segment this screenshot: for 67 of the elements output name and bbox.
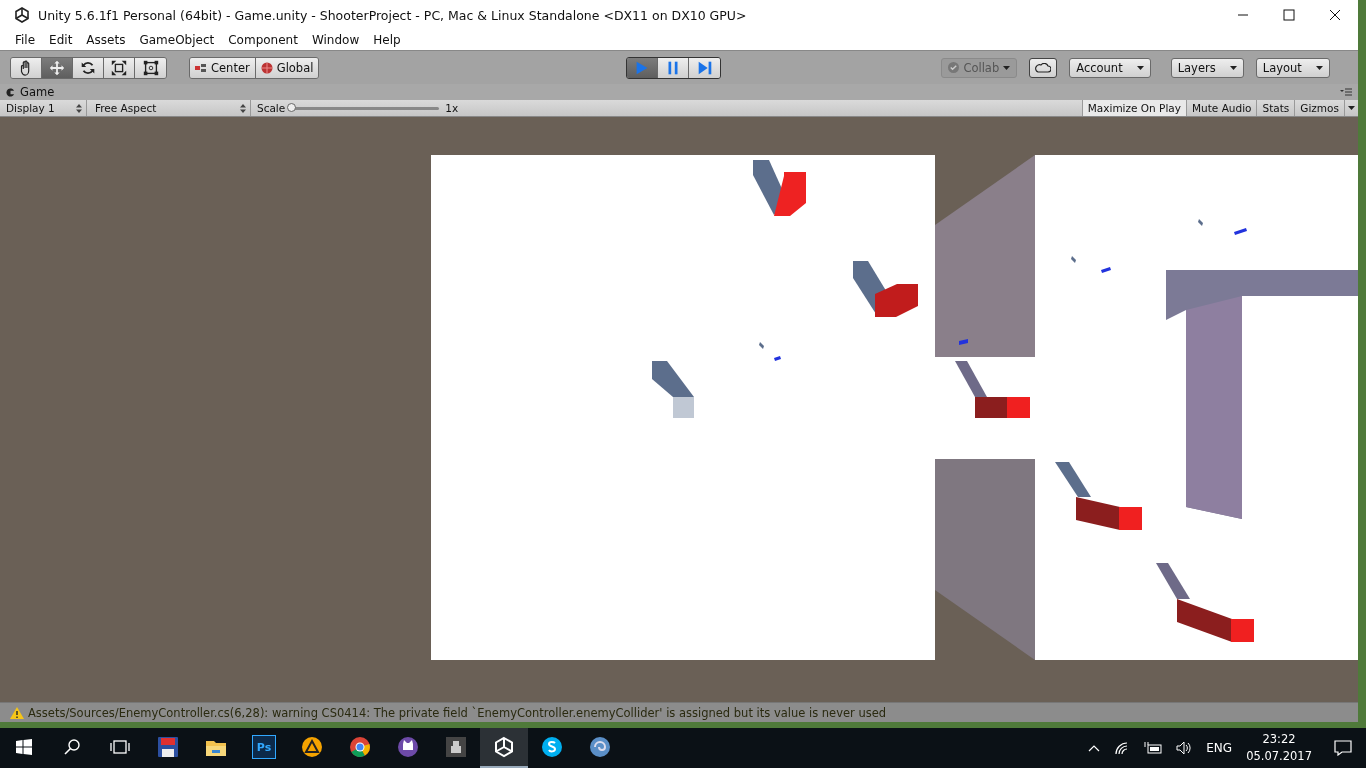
space-button[interactable]: Global xyxy=(255,57,319,78)
aspect-dropdown[interactable]: Free Aspect xyxy=(91,100,251,116)
slider-thumb[interactable] xyxy=(287,102,297,112)
browser-icon xyxy=(348,735,372,759)
taskbar-app[interactable]: Ps xyxy=(240,728,288,768)
rotate-tool-button[interactable] xyxy=(73,57,104,78)
menu-item[interactable]: Edit xyxy=(42,33,80,47)
cloud-button[interactable] xyxy=(1029,57,1058,78)
speaker-icon[interactable] xyxy=(1176,741,1193,755)
caret-icon xyxy=(1229,65,1237,70)
caret-icon xyxy=(1348,106,1355,110)
ps-icon: Ps xyxy=(252,735,276,759)
warning-icon xyxy=(10,706,24,719)
task-view-icon xyxy=(110,740,130,754)
menu-item[interactable]: Help xyxy=(366,33,408,47)
chevron-up-icon[interactable] xyxy=(1088,744,1101,752)
menu-item[interactable]: Assets xyxy=(79,33,133,47)
play-button[interactable] xyxy=(627,57,659,78)
toggle-button[interactable]: Mute Audio xyxy=(1186,100,1257,116)
dropdown[interactable]: Layers xyxy=(1170,57,1244,78)
toggle-button[interactable]: Stats xyxy=(1256,100,1295,116)
scale-label: Scale xyxy=(257,102,286,114)
move-icon xyxy=(48,58,66,77)
swirl-icon xyxy=(588,735,612,759)
maximize-icon[interactable] xyxy=(1283,9,1295,21)
hand-tool-button[interactable] xyxy=(11,57,42,78)
caret-icon xyxy=(1003,65,1011,70)
close-icon[interactable] xyxy=(1329,9,1341,21)
stepper-icon xyxy=(76,103,82,113)
cat-icon xyxy=(396,735,420,759)
menu-item[interactable]: Window xyxy=(304,33,367,47)
caret-icon xyxy=(1136,65,1144,70)
menu-item[interactable]: File xyxy=(8,33,43,47)
clock-date[interactable]: 05.07.2017 xyxy=(1246,748,1312,765)
caret-icon xyxy=(1315,65,1323,70)
scale-value: 1x xyxy=(445,102,459,114)
rect-icon xyxy=(141,58,160,77)
scale-icon xyxy=(110,58,128,77)
dropdown[interactable]: Account xyxy=(1069,57,1151,78)
language-indicator[interactable]: ENG xyxy=(1206,741,1233,755)
cloud-icon xyxy=(1035,62,1052,73)
globe-icon xyxy=(260,61,273,74)
stepper-icon xyxy=(240,103,246,113)
pivot-button[interactable]: Center xyxy=(190,57,256,78)
checkmark-icon xyxy=(948,62,960,73)
scale-tool-button[interactable] xyxy=(104,57,135,78)
toggle-button[interactable]: Gizmos xyxy=(1294,100,1344,116)
taskbar-app[interactable] xyxy=(480,728,528,768)
menu-item[interactable]: GameObject xyxy=(132,33,222,47)
menu-item[interactable]: Component xyxy=(221,33,305,47)
move-tool-button[interactable] xyxy=(42,57,73,78)
pivot-icon xyxy=(195,62,207,73)
pause-button[interactable] xyxy=(658,57,690,78)
window-title: Unity 5.6.1f1 Personal (64bit) - Game.unity - ShooterProject - PC, Mac & Linux Standalone <DX11 on DX10 GPU> xyxy=(38,7,747,23)
toggle-button[interactable]: Maximize On Play xyxy=(1081,100,1186,116)
windows-logo-icon xyxy=(16,739,32,755)
notification-icon[interactable] xyxy=(1334,740,1352,756)
search-icon xyxy=(64,739,80,755)
game-tab[interactable]: Game xyxy=(20,85,55,99)
game-tab-icon xyxy=(6,87,15,97)
rect-tool-button[interactable] xyxy=(135,57,166,78)
status-message: Assets/Sources/EnemyController.cs(6,28): warning CS0414: The private field `EnemyController.enemyCollider' is assigned but its value is never used xyxy=(28,705,887,720)
step-button[interactable] xyxy=(689,57,721,78)
clock-time[interactable]: 23:22 xyxy=(1262,731,1296,748)
dropdown[interactable]: Layout xyxy=(1255,57,1330,78)
display-dropdown[interactable]: Display 1 xyxy=(2,100,87,116)
battery-icon[interactable] xyxy=(1144,741,1163,755)
